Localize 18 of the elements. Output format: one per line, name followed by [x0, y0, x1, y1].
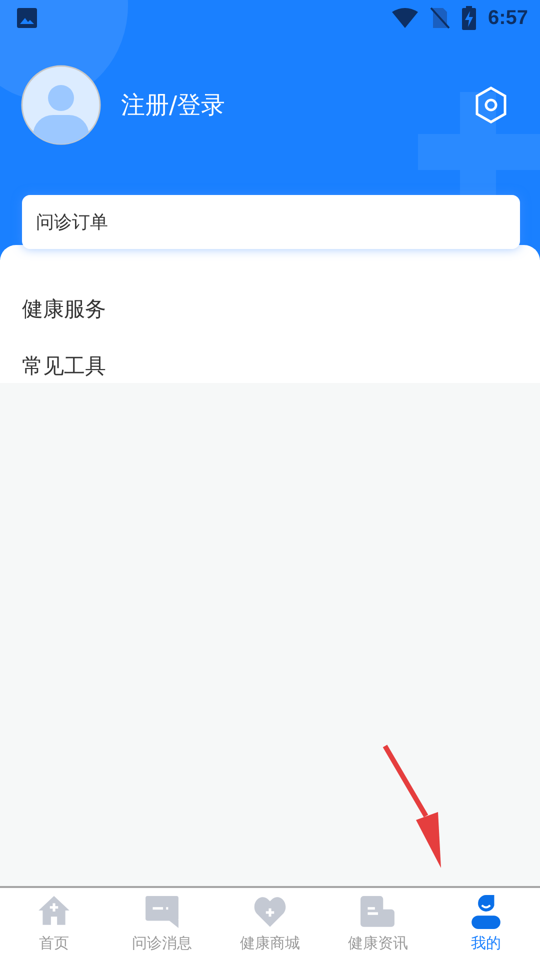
wifi-icon — [392, 8, 418, 28]
settings-icon[interactable] — [474, 86, 508, 124]
section-title: 常见工具 — [22, 353, 107, 380]
tab-item[interactable]: 首页 — [0, 888, 108, 960]
document-icon — [360, 894, 396, 930]
tab-item[interactable]: 健康商城 — [216, 888, 324, 960]
chat-bubble-icon — [144, 894, 180, 930]
clock-time: 6:57 — [488, 6, 528, 30]
login-link[interactable]: 注册/登录 — [121, 89, 226, 121]
order-card[interactable]: 问诊订单 — [22, 195, 520, 249]
section-title: 健康服务 — [22, 296, 107, 323]
avatar-icon[interactable] — [21, 65, 101, 145]
tab-item[interactable]: 问诊消息 — [108, 888, 216, 960]
battery-icon — [462, 6, 476, 30]
tab-item[interactable]: 健康资讯 — [324, 888, 432, 960]
no-sim-icon — [430, 7, 450, 29]
tab-item[interactable]: 我的 — [432, 888, 540, 960]
image-icon — [16, 7, 38, 29]
